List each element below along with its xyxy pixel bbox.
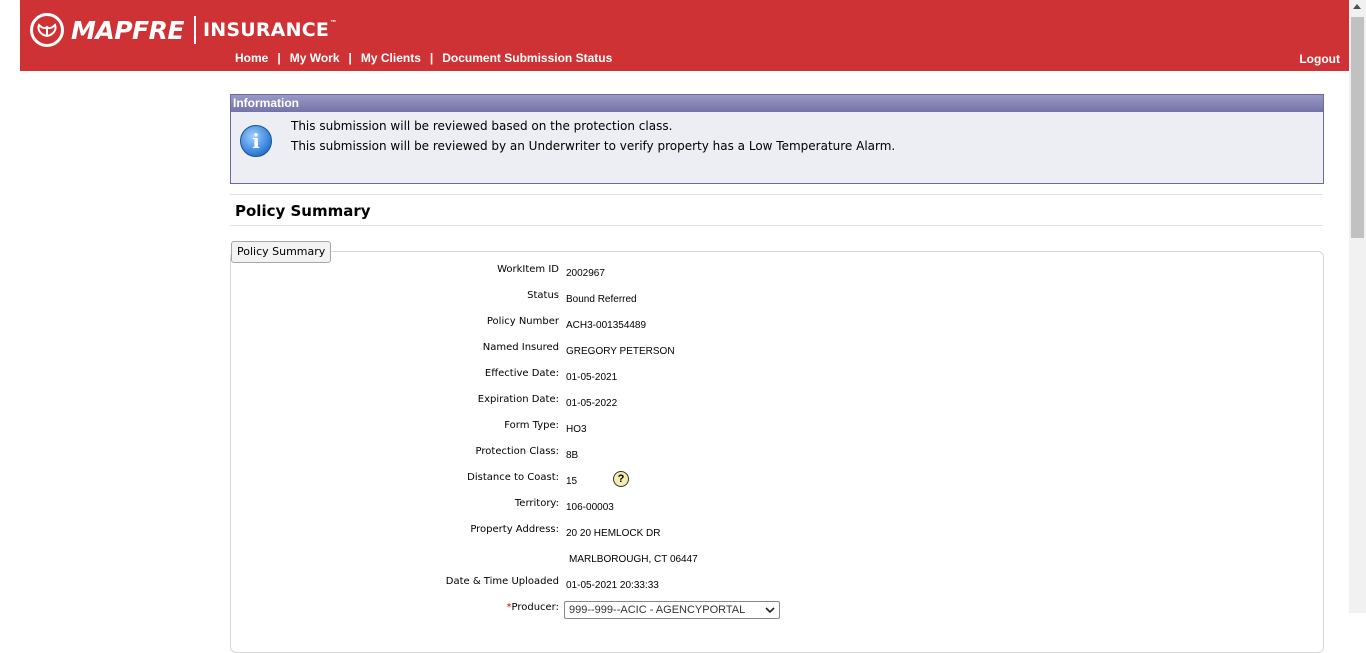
property-address-label: Property Address: [470, 524, 559, 535]
information-title: Information [231, 95, 1323, 112]
distance-to-coast-value: 15 [566, 476, 578, 487]
nav-document-submission-status[interactable]: Document Submission Status [442, 51, 612, 65]
policy-summary-tab[interactable]: Policy Summary [231, 241, 332, 263]
territory-label: Territory: [514, 498, 559, 509]
form-type-label: Form Type: [504, 420, 559, 431]
scroll-up-arrow-icon[interactable] [1353, 4, 1361, 9]
named-insured-value: GREGORY PETERSON [566, 346, 675, 357]
date-time-uploaded-value: 01-05-2021 20:33:33 [566, 580, 659, 591]
information-panel: Information i This submission will be re… [230, 94, 1324, 184]
nav-separator: | [429, 51, 434, 65]
nav-separator: | [277, 51, 281, 65]
main-nav: Home | My Work | My Clients | Document Submiss… [235, 51, 612, 65]
chevron-down-icon [765, 604, 775, 618]
mapfre-logo: MAPFRE INSURANCE™ [30, 11, 337, 49]
expiration-date-label: Expiration Date: [477, 394, 559, 405]
producer-selected-value: 999--999--ACIC - AGENCYPORTAL [569, 604, 746, 616]
protection-class-label: Protection Class: [475, 446, 559, 457]
status-value: Bound Referred [566, 294, 637, 305]
information-message: This submission will be reviewed based o… [291, 119, 673, 133]
status-label: Status [527, 290, 559, 301]
expiration-date-value: 01-05-2022 [566, 398, 618, 409]
protection-class-value: 8B [566, 450, 579, 461]
distance-to-coast-label: Distance to Coast: [467, 472, 559, 483]
brand-name: MAPFRE [71, 15, 184, 45]
property-address-line2: MARLBOROUGH, CT 06447 [569, 554, 698, 565]
producer-label: *Producer: [506, 602, 559, 613]
brand-subtitle: INSURANCE™ [202, 19, 338, 41]
nav-separator: | [348, 51, 352, 65]
named-insured-label: Named Insured [482, 342, 559, 353]
info-icon: i [240, 125, 272, 157]
logo-divider [193, 16, 196, 44]
mapfre-emblem-icon [30, 13, 64, 47]
nav-my-clients[interactable]: My Clients [361, 51, 421, 65]
logout-link[interactable]: Logout [1299, 52, 1340, 66]
nav-home[interactable]: Home [235, 51, 268, 65]
header-bar: MAPFRE INSURANCE™ Home | My Work | My Client… [20, 0, 1349, 71]
information-messages: This submission will be reviewed based o… [291, 119, 895, 159]
nav-my-work[interactable]: My Work [290, 51, 340, 65]
vertical-scrollbar[interactable] [1349, 0, 1366, 613]
property-address-line1: 20 20 HEMLOCK DR [566, 528, 661, 539]
effective-date-label: Effective Date: [484, 368, 559, 379]
help-icon[interactable]: ? [613, 471, 629, 487]
workitem-id-label: WorkItem ID [497, 264, 559, 275]
producer-select[interactable]: 999--999--ACIC - AGENCYPORTAL [564, 601, 780, 619]
scrollbar-thumb[interactable] [1351, 17, 1364, 238]
date-time-uploaded-label: Date & Time Uploaded [445, 576, 559, 587]
page-title: Policy Summary [235, 202, 371, 220]
territory-value: 106-00003 [566, 502, 614, 513]
policy-number-value: ACH3-001354489 [566, 320, 647, 331]
policy-summary-header: Policy Summary [230, 194, 1323, 226]
policy-summary-fieldset [230, 251, 1324, 653]
form-type-value: HO3 [566, 424, 587, 435]
policy-number-label: Policy Number [486, 316, 559, 327]
information-message: This submission will be reviewed by an U… [291, 139, 896, 153]
workitem-id-value: 2002967 [566, 268, 605, 279]
effective-date-value: 01-05-2021 [566, 372, 618, 383]
